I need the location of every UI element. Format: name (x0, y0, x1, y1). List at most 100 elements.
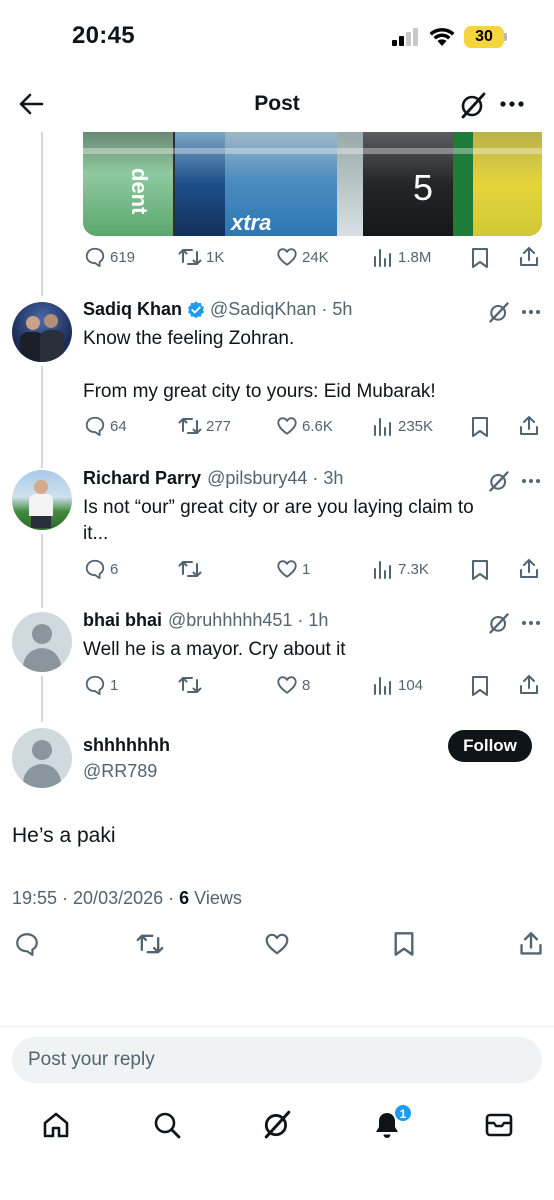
views-button[interactable]: 1.8M (372, 246, 431, 268)
share-icon[interactable] (518, 558, 540, 580)
reply-button[interactable]: 619 (84, 246, 135, 268)
like-icon[interactable] (264, 931, 290, 957)
like-icon (277, 560, 297, 578)
share-icon[interactable] (518, 246, 540, 268)
share-icon[interactable] (518, 931, 544, 957)
like-count: 8 (302, 676, 311, 694)
reply-header: bhai bhai @bruhhhhh451 · 1h (83, 610, 328, 631)
like-button[interactable]: 1 (276, 558, 310, 580)
author-name[interactable]: Richard Parry (83, 468, 201, 489)
reply-button[interactable]: 1 (84, 674, 118, 696)
like-icon (277, 676, 297, 694)
thread-line (41, 676, 43, 722)
like-button[interactable]: 24K (276, 246, 329, 268)
reply-text: Well he is a mayor. Cry about it (83, 639, 346, 660)
reply-icon (85, 559, 105, 580)
mail-icon[interactable] (484, 1111, 514, 1139)
post-time: 5h (332, 299, 353, 319)
bookmark-icon[interactable] (470, 416, 490, 438)
reply-icon (85, 416, 105, 437)
views-icon (374, 418, 391, 436)
grok-icon[interactable] (487, 300, 511, 324)
reply-count: 1 (110, 676, 119, 694)
views-count[interactable]: 6 (179, 888, 189, 908)
post-time: 1h (308, 610, 329, 630)
like-count: 24K (302, 248, 329, 266)
author-name[interactable]: shhhhhhh (83, 735, 170, 756)
more-icon[interactable] (500, 100, 524, 108)
share-icon[interactable] (518, 415, 540, 437)
reply-button[interactable]: 64 (84, 415, 127, 437)
reply-text: Know the feeling Zohran. (83, 328, 295, 349)
views-icon (374, 249, 391, 267)
repost-icon (178, 561, 202, 577)
repost-icon (178, 249, 202, 265)
grok-icon[interactable] (487, 611, 511, 635)
bookmark-icon[interactable] (392, 931, 416, 957)
views-icon (374, 561, 391, 579)
post-meta: 19:55 · 20/03/2026 · 6 Views (12, 888, 242, 909)
separator-dot: · (316, 299, 333, 319)
more-icon[interactable] (521, 478, 541, 484)
reply-text: Is not “our” great city or are you layin… (83, 497, 474, 518)
views-button[interactable]: 7.3K (372, 558, 429, 580)
divider (0, 1026, 554, 1027)
reply-button[interactable]: 6 (84, 558, 118, 580)
wifi-icon (429, 27, 455, 46)
separator-dot: · (307, 468, 324, 488)
repost-button[interactable] (178, 558, 206, 580)
battery-indicator: 30 (464, 26, 504, 48)
author-name[interactable]: bhai bhai (83, 610, 162, 631)
like-count: 6.6K (302, 417, 333, 435)
post-media-image[interactable]: dent xtra 5 (83, 132, 542, 236)
views-label: Views (189, 888, 242, 908)
repost-count: 1K (206, 248, 225, 266)
notification-badge: 1 (394, 1104, 412, 1122)
views-count: 235K (398, 417, 434, 435)
search-icon[interactable] (152, 1110, 182, 1140)
like-button[interactable]: 6.6K (276, 415, 333, 437)
separator-dot: · (292, 610, 309, 630)
share-icon[interactable] (518, 674, 540, 696)
author-handle[interactable]: @SadiqKhan (210, 299, 316, 320)
bookmark-icon[interactable] (470, 675, 490, 697)
grok-icon[interactable] (487, 469, 511, 493)
follow-button[interactable]: Follow (448, 730, 532, 762)
reply-text: it... (83, 523, 109, 544)
bookmark-icon[interactable] (470, 559, 490, 581)
bookmark-icon[interactable] (470, 247, 490, 269)
post-text: He’s a paki (12, 824, 116, 847)
repost-button[interactable]: 277 (178, 415, 231, 437)
reply-icon[interactable] (14, 931, 40, 957)
grok-icon[interactable] (459, 91, 487, 119)
views-count: 7.3K (398, 560, 429, 578)
repost-icon (178, 677, 202, 693)
author-handle[interactable]: @bruhhhhh451 (168, 610, 292, 631)
repost-button[interactable] (178, 674, 206, 696)
author-name[interactable]: Sadiq Khan (83, 299, 182, 320)
like-button[interactable]: 8 (276, 674, 310, 696)
reply-text: From my great city to yours: Eid Mubarak… (83, 381, 436, 402)
views-icon (374, 677, 391, 695)
post-time: 3h (323, 468, 344, 488)
more-icon[interactable] (521, 620, 541, 626)
reply-input[interactable]: Post your reply (12, 1037, 542, 1083)
repost-count: 277 (206, 417, 232, 435)
home-icon[interactable] (41, 1110, 71, 1140)
views-button[interactable]: 104 (372, 674, 423, 696)
repost-button[interactable]: 1K (178, 246, 224, 268)
more-icon[interactable] (521, 309, 541, 315)
thread-line (41, 534, 43, 608)
views-button[interactable]: 235K (372, 415, 433, 437)
avatar[interactable] (12, 302, 72, 362)
avatar[interactable] (12, 470, 72, 530)
post-timestamp: 19:55 · 20/03/2026 · (12, 888, 180, 908)
views-count: 104 (398, 676, 424, 694)
avatar[interactable] (12, 728, 72, 788)
author-handle[interactable]: @pilsbury44 (207, 468, 307, 489)
author-handle[interactable]: @RR789 (83, 761, 157, 782)
avatar[interactable] (12, 612, 72, 672)
reply-header: Richard Parry @pilsbury44 · 3h (83, 468, 343, 489)
grok-icon[interactable] (262, 1109, 292, 1139)
repost-icon[interactable] (136, 931, 164, 957)
